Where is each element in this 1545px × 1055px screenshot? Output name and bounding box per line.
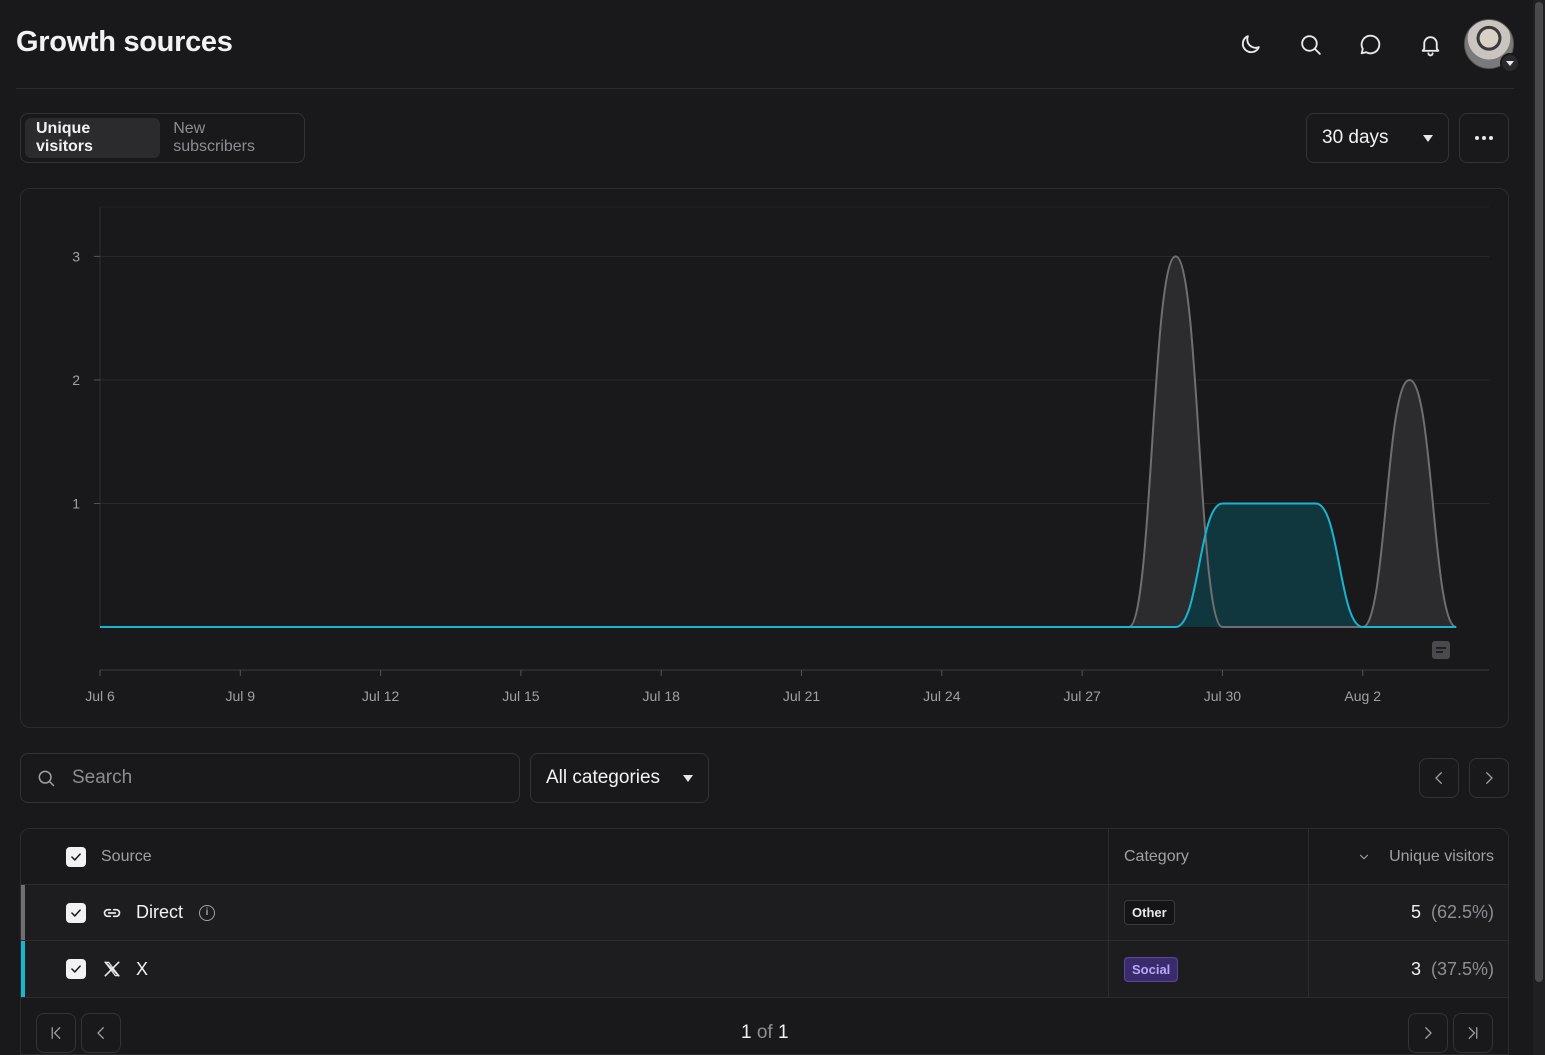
chat-icon[interactable] — [1340, 18, 1400, 70]
x-logo-icon — [101, 958, 123, 980]
visitors-cell: 3 (37.5%) — [1309, 941, 1508, 997]
x-tick-label: Jul 21 — [783, 688, 821, 704]
sources-table: Source Category Unique visitors Direct i — [20, 828, 1509, 1055]
visitors-header-cell[interactable]: Unique visitors — [1309, 829, 1508, 884]
prev-button[interactable] — [1419, 758, 1459, 798]
source-header-cell: Source — [21, 829, 1109, 884]
last-page-icon — [1468, 1027, 1478, 1039]
tab-new-subscribers[interactable]: New subscribers — [162, 118, 300, 158]
chevron-left-icon — [97, 1027, 104, 1039]
x-tick-label: Jul 6 — [85, 688, 115, 704]
x-tick-label: Jul 27 — [1063, 688, 1101, 704]
chevron-right-icon — [1486, 772, 1493, 784]
metric-toggle: Unique visitors New subscribers — [20, 113, 305, 163]
x-tick-label: Jul 9 — [226, 688, 256, 704]
table-row[interactable]: Direct i Other 5 (62.5%) — [21, 885, 1508, 941]
date-range-label: 30 days — [1322, 127, 1389, 148]
x-tick-label: Jul 15 — [502, 688, 540, 704]
visitors-percent: (37.5%) — [1430, 958, 1494, 979]
category-cell: Other — [1109, 885, 1309, 940]
visitors-header[interactable]: Unique visitors — [1389, 848, 1494, 866]
check-icon — [71, 965, 81, 973]
visitors-percent: (62.5%) — [1430, 902, 1494, 922]
category-select-label: All categories — [546, 767, 661, 788]
page-title: Growth sources — [16, 26, 233, 58]
moon-icon[interactable] — [1220, 18, 1280, 70]
page-of: of — [756, 1022, 773, 1043]
chevron-left-icon — [1435, 772, 1442, 784]
next-button[interactable] — [1469, 758, 1509, 798]
y-tick-label: 2 — [72, 372, 80, 388]
category-header-cell: Category — [1109, 829, 1309, 884]
row-checkbox[interactable] — [66, 902, 86, 923]
source-name: Direct — [136, 902, 184, 922]
current-page: 1 — [741, 1022, 752, 1043]
row-checkbox[interactable] — [66, 959, 86, 979]
category-select[interactable]: All categories — [530, 753, 709, 803]
date-range-select[interactable]: 30 days — [1306, 113, 1449, 163]
check-icon — [71, 908, 81, 917]
series-area-x — [100, 503, 1457, 627]
dot — [1475, 136, 1479, 140]
chevron-right-icon — [1425, 1027, 1432, 1039]
x-tick-label: Jul 18 — [643, 688, 681, 704]
dot — [1489, 136, 1493, 140]
source-cell: Direct i — [21, 885, 1109, 940]
check-icon — [71, 852, 81, 861]
visitors-value: 5 — [1410, 902, 1421, 922]
annotation-icon[interactable] — [1432, 641, 1450, 659]
avatar-menu-caret[interactable] — [1500, 53, 1520, 73]
dot — [1482, 136, 1486, 140]
search-input[interactable] — [72, 767, 472, 789]
table-header-row: Source Category Unique visitors — [21, 829, 1508, 885]
chevron-down-icon[interactable] — [1357, 850, 1371, 864]
table-row[interactable]: X Social 3 (37.5%) — [21, 941, 1508, 998]
x-tick-label: Aug 2 — [1344, 688, 1381, 704]
first-page-icon — [51, 1027, 61, 1039]
y-tick-label: 3 — [72, 248, 80, 264]
category-cell: Social — [1109, 941, 1309, 997]
total-pages: 1 — [778, 1022, 789, 1043]
caret-down-icon — [1423, 134, 1433, 142]
info-icon[interactable]: i — [199, 904, 216, 921]
search-box[interactable] — [20, 753, 520, 803]
chart-svg: 1 2 3 Jul 6 Jul 9 Jul 12 Jul 15 Jul 18 Jul 21 Jul… — [72, 206, 1489, 704]
growth-chart: 1 2 3 Jul 6 Jul 9 Jul 12 Jul 15 Jul 18 Jul 21 Jul… — [20, 188, 1509, 728]
chevron-down-icon — [1506, 60, 1514, 66]
tab-unique-visitors[interactable]: Unique visitors — [25, 118, 161, 158]
more-options-button[interactable] — [1459, 113, 1509, 163]
source-name: X — [136, 958, 149, 979]
x-tick-label: Jul 30 — [1204, 688, 1242, 704]
scrollbar-thumb[interactable] — [1535, 2, 1543, 982]
search-icon — [38, 770, 55, 787]
y-tick-label: 1 — [72, 495, 80, 511]
first-page-button[interactable] — [36, 1013, 76, 1053]
visitors-cell: 5 (62.5%) — [1309, 885, 1508, 940]
prev-page-button[interactable] — [81, 1013, 121, 1053]
select-all-checkbox[interactable] — [66, 846, 86, 867]
page-indicator: 1 of 1 — [741, 1022, 789, 1044]
category-badge: Other — [1124, 900, 1175, 925]
link-icon — [101, 902, 123, 924]
growth-sources-page: Growth sources Unique visitors New subsc… — [0, 0, 1545, 1055]
x-tick-label: Jul 24 — [923, 688, 961, 704]
category-badge: Social — [1124, 956, 1179, 982]
source-cell: X — [21, 941, 1109, 997]
bell-icon[interactable] — [1400, 18, 1460, 70]
x-tick-label: Jul 12 — [362, 688, 400, 704]
next-page-button[interactable] — [1408, 1013, 1448, 1053]
page-header: Growth sources — [16, 18, 1520, 89]
last-page-button[interactable] — [1453, 1013, 1493, 1053]
caret-down-icon — [683, 774, 693, 782]
category-header: Category — [1124, 847, 1189, 865]
visitors-value: 3 — [1410, 958, 1421, 979]
header-actions — [1220, 18, 1520, 73]
search-icon[interactable] — [1280, 18, 1340, 70]
page-scrollbar[interactable] — [1533, 0, 1545, 1055]
source-header: Source — [101, 847, 152, 865]
user-avatar[interactable] — [1464, 19, 1520, 73]
